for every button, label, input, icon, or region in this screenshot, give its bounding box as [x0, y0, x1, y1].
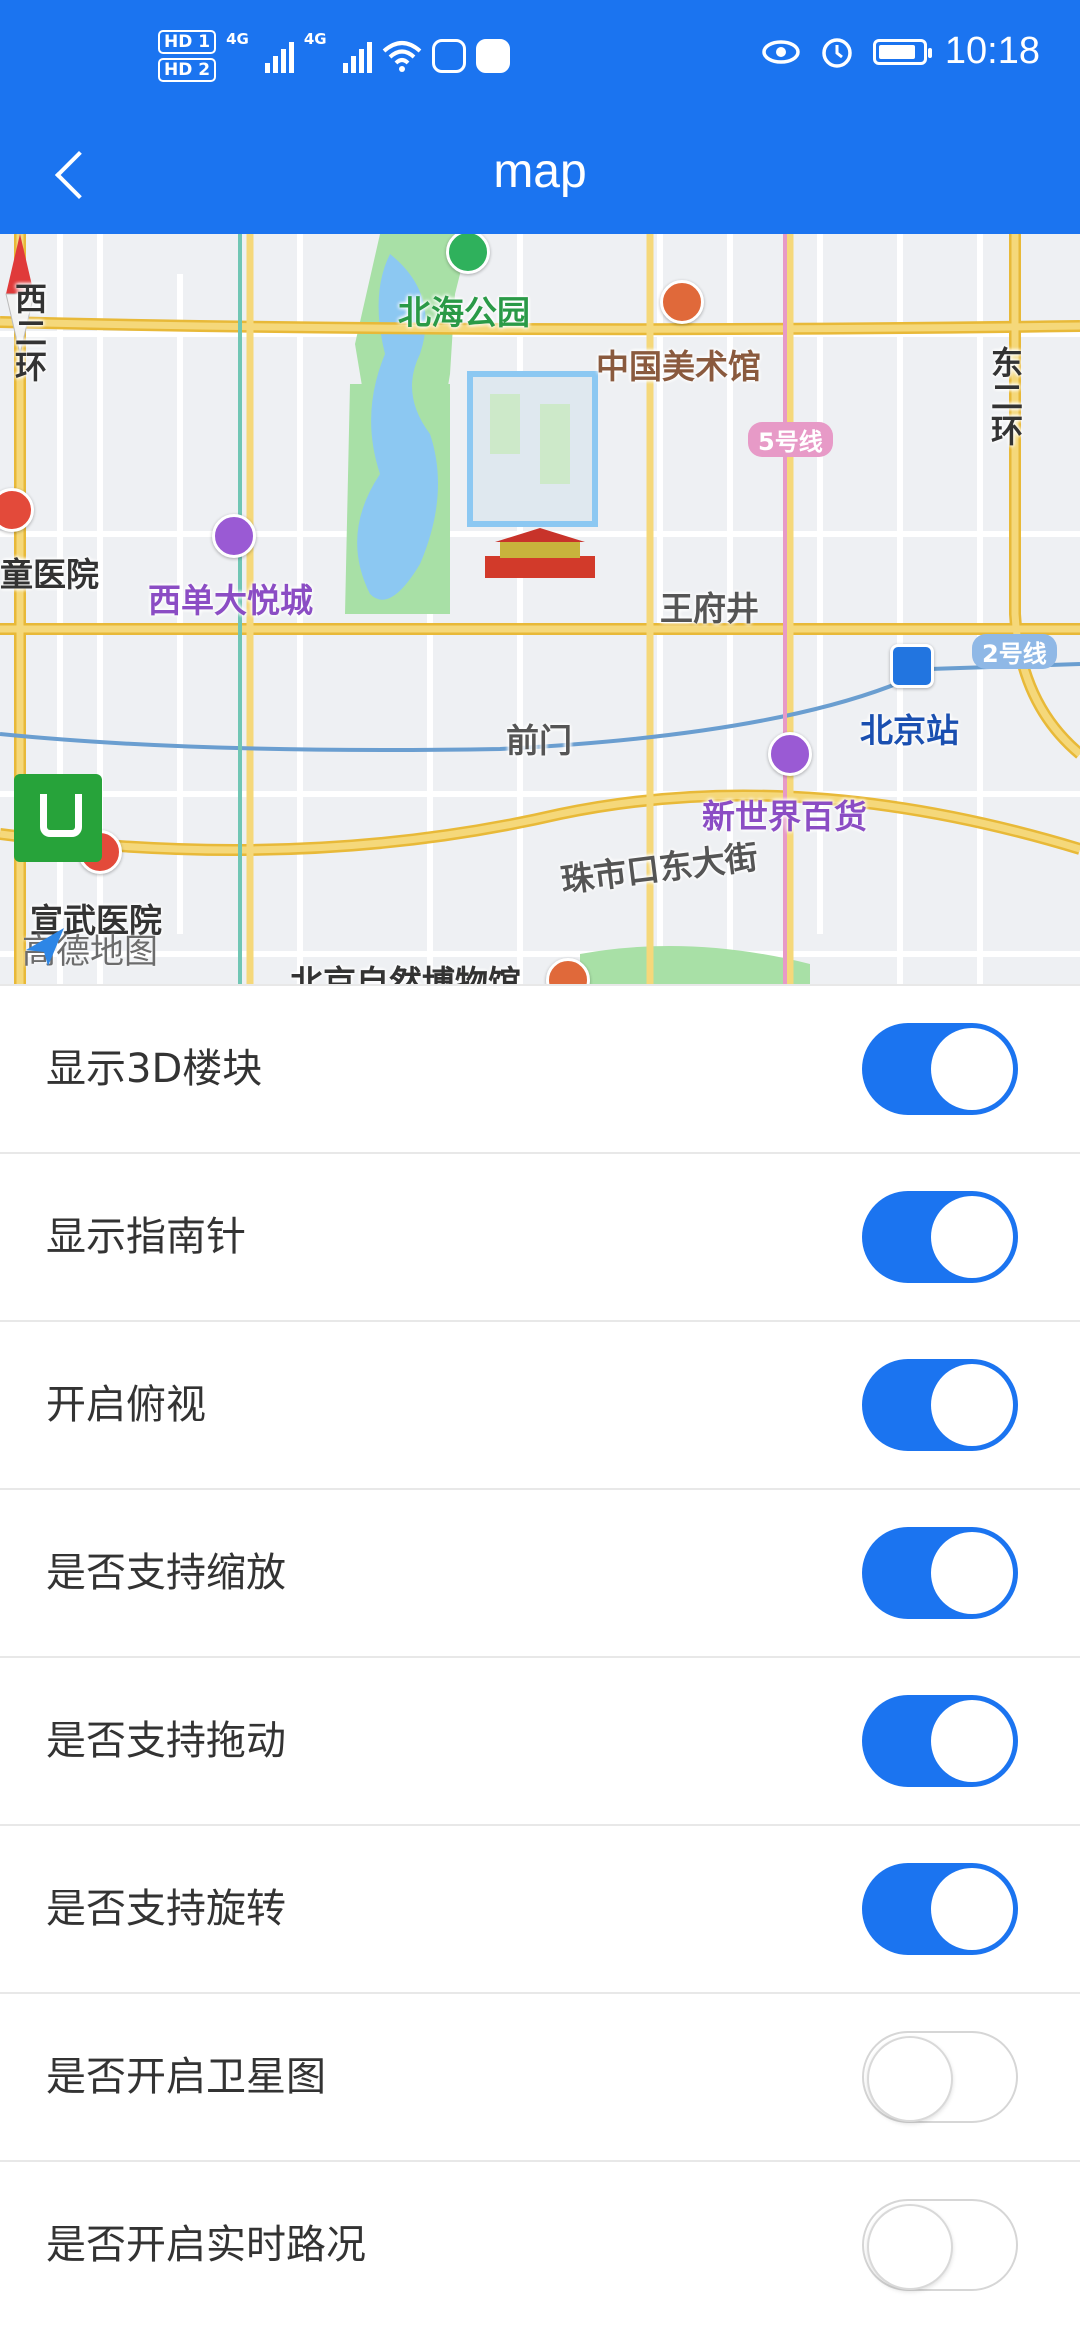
battery-icon: [872, 38, 932, 65]
amap-logo: 高德地图: [22, 924, 158, 973]
toggle-knob: [867, 2036, 953, 2122]
setting-row-traffic: 是否开启实时路况: [0, 2160, 1080, 2328]
setting-row-zoom: 是否支持缩放: [0, 1488, 1080, 1656]
signal2-icon: [342, 39, 372, 73]
map-label-beihai-park: 北海公园: [398, 293, 530, 332]
setting-row-tilt: 开启俯视: [0, 1320, 1080, 1488]
map-label-line2: 2号线: [972, 634, 1057, 669]
map-label-beijing-station: 北京站: [860, 711, 959, 750]
setting-label: 开启俯视: [46, 1382, 206, 1428]
map-label-qianmen: 前门: [506, 721, 572, 760]
map-label-childrens-hospital: 童医院: [0, 555, 99, 594]
app-header: map: [0, 118, 1080, 234]
toggle-knob: [867, 2204, 953, 2290]
metro-u-icon[interactable]: [14, 774, 102, 862]
toggle-traffic[interactable]: [862, 2199, 1018, 2291]
setting-label: 是否开启卫星图: [46, 2054, 326, 2100]
status-right-icons: 10:18: [761, 30, 1040, 73]
shopping-pin-icon-2[interactable]: [768, 732, 812, 776]
map-view[interactable]: 北海公园 中国美术馆 5号线 童医院 西单大悦城 王府井 2号线 前门 北京站 …: [0, 234, 1080, 984]
page-title: map: [493, 145, 587, 198]
toggle-knob: [931, 1028, 1013, 1110]
setting-row-satellite: 是否开启卫星图: [0, 1992, 1080, 2160]
toggle-tilt[interactable]: [862, 1359, 1018, 1451]
toggle-knob: [931, 1196, 1013, 1278]
map-label-wangfujing: 王府井: [660, 589, 759, 628]
museum-pin-icon[interactable]: [660, 280, 704, 324]
setting-row-3d-buildings: 显示3D楼块: [0, 984, 1080, 1152]
hd1-badge: HD 1: [158, 30, 217, 54]
hd-indicators: HD 1 HD 2: [158, 30, 217, 82]
map-settings-list: 显示3D楼块 显示指南针 开启俯视 是否支持缩放 是否支持拖动 是否支持旋转 是…: [0, 984, 1080, 2328]
toggle-knob: [931, 1364, 1013, 1446]
setting-row-drag: 是否支持拖动: [0, 1656, 1080, 1824]
map-label-natural-history-museum: 北京自然博物馆: [290, 963, 521, 984]
setting-label: 是否支持拖动: [46, 1718, 286, 1764]
toggle-knob: [931, 1868, 1013, 1950]
map-label-line5: 5号线: [748, 422, 833, 457]
signal1-label: 4G: [226, 30, 249, 48]
signal1-icon: [264, 39, 294, 73]
toggle-knob: [931, 1700, 1013, 1782]
toggle-zoom[interactable]: [862, 1527, 1018, 1619]
toggle-drag[interactable]: [862, 1695, 1018, 1787]
map-label-art-museum: 中国美术馆: [596, 347, 761, 386]
setting-label: 显示指南针: [46, 1214, 246, 1260]
setting-label: 是否支持旋转: [46, 1886, 286, 1932]
map-label-new-world: 新世界百货: [702, 797, 867, 836]
shopping-pin-icon[interactable]: [212, 514, 256, 558]
amap-arrow-icon: [26, 928, 64, 966]
map-label-west-2nd-ring: 西二环: [10, 282, 48, 384]
toggle-rotate[interactable]: [862, 1863, 1018, 1955]
station-pin-icon[interactable]: [890, 644, 934, 688]
setting-row-rotate: 是否支持旋转: [0, 1824, 1080, 1992]
map-label-xidan-joy-city: 西单大悦城: [148, 581, 313, 620]
eye-icon: [762, 39, 800, 64]
status-bar: HD 1 HD 2 4G 4G 10:18: [0, 0, 1080, 118]
setting-label: 显示3D楼块: [46, 1046, 263, 1092]
setting-label: 是否开启实时路况: [46, 2222, 366, 2268]
wifi-icon: [382, 41, 421, 72]
map-label-east-2nd-ring: 东二环: [986, 346, 1024, 448]
toggle-satellite[interactable]: [862, 2031, 1018, 2123]
toggle-knob: [931, 1532, 1013, 1614]
status-left-icons: HD 1 HD 2 4G 4G: [158, 30, 510, 82]
hd2-badge: HD 2: [158, 58, 217, 82]
toggle-compass[interactable]: [862, 1191, 1018, 1283]
alarm-icon: [822, 37, 852, 68]
hand-icon: [431, 39, 466, 73]
setting-row-compass: 显示指南针: [0, 1152, 1080, 1320]
app-notification-icon: [475, 39, 510, 73]
signal2-label: 4G: [303, 30, 327, 48]
toggle-3d-buildings[interactable]: [862, 1023, 1018, 1115]
clock: 10:18: [944, 30, 1040, 72]
setting-label: 是否支持缩放: [46, 1550, 286, 1596]
